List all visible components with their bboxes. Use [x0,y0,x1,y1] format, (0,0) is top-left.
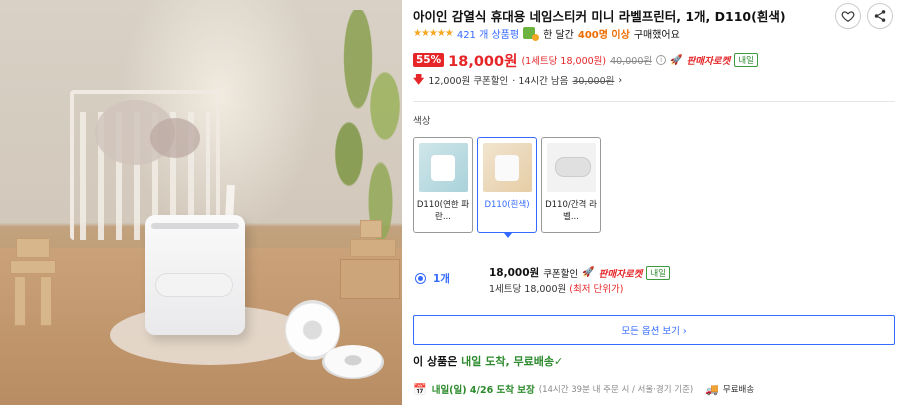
photo-label-printer [145,215,245,335]
option-label: D110/간격 라벨... [545,200,597,222]
rating-row: ★★★★★ 421 개 상품평 한 달간 400명 이상 구매했어요 [413,25,680,41]
product-title: 아이인 감열식 휴대용 네임스티커 미니 라벨프린터, 1개, D110(흰색) [413,9,786,24]
lowest-price-note: (최저 단위가) [569,284,624,295]
photo-wood-blocks [10,230,70,340]
seller-rocket-label: 판매자로켓 [598,268,643,280]
delivery-condition: (14시간 39분 내 주문 시 / 서울·경기 기준) [538,385,694,395]
coupon-prev-price: 30,000원 [572,76,615,87]
arrow-down-icon: 🡇 [413,72,425,86]
quantity-coupon-text: 쿠폰할인 [543,268,579,280]
purchase-prefix: 한 달간 [543,29,574,41]
photo-label-roll-2 [322,345,384,379]
option-white[interactable]: D110(흰색) [477,137,537,238]
info-icon[interactable]: i [656,55,667,65]
calendar-icon: 📅 [413,382,427,396]
rocket-icon: 🚀 [582,267,595,278]
discount-badge: 55% [413,53,445,67]
truck-icon: 🚚 [705,382,719,396]
quantity-price: 18,000원 [489,267,540,279]
option-thumbnail [547,143,596,192]
selected-caret-icon [504,233,512,238]
option-light-blue[interactable]: D110(연한 파란... [413,137,473,233]
original-price: 40,000원 [610,56,653,67]
option-label: D110(흰색) [484,200,530,210]
tomorrow-badge: 내일 [734,53,758,67]
product-info-panel: 아이인 감열식 휴대용 네임스티커 미니 라벨프린터, 1개, D110(흰색)… [413,0,900,405]
arrival-summary: 이 상품은 내일 도착, 무료배송✓ [413,353,563,369]
photo-plant [322,10,402,250]
delivery-date: 내일(일) 4/26 도착 보장 [431,385,535,396]
coupon-row[interactable]: 🡇 12,000원 쿠폰할인 · 14시간 남음 30,000원 › [413,72,622,88]
price-row: 55% 18,000원 (1세트당 18,000원) 40,000원 i 🚀 판… [413,51,758,70]
favorite-button[interactable] [835,3,861,29]
coupon-discount: 12,000원 쿠폰할인 [428,76,509,87]
star-rating: ★★★★★ [413,27,454,39]
free-shipping-label: 무료배송 [722,385,755,395]
product-image[interactable] [0,0,402,405]
option-label: D110(연한 파란... [416,200,470,222]
arrival-highlight: 내일 도착, 무료배송 [461,355,554,368]
photo-plush-toy-2 [150,118,200,158]
heart-icon [841,11,855,22]
shopping-bag-icon [523,27,540,41]
quantity-label: 1개 [433,273,450,285]
photo-wood-blocks-2 [330,215,400,305]
unit-price-text: 1세트당 18,000원 [489,284,567,295]
quantity-unit-line: 1세트당 18,000원 (최저 단위가) [489,281,623,295]
option-thumbnail [419,143,468,192]
option-section-label: 색상 [413,116,431,127]
rocket-icon: 🚀 [670,54,683,66]
purchase-count: 400명 이상 [577,29,630,41]
check-icon: ✓ [553,355,564,368]
coupon-remaining: · 14시간 남음 [512,76,569,87]
quantity-option-row[interactable]: 1개 18,000원 쿠폰할인 🚀 판매자로켓 내일 1세트당 18,000원 … [413,262,895,298]
sale-price: 18,000원 [448,53,518,70]
chevron-right-icon: › [618,74,623,86]
quantity-radio[interactable] [415,273,426,284]
quantity-price-line: 18,000원 쿠폰할인 🚀 판매자로켓 내일 [489,265,670,280]
review-count-link[interactable]: 421 개 상품평 [457,26,519,41]
view-all-options-button[interactable]: 모든 옵션 보기 › [413,315,895,345]
option-thumbnail [483,143,532,192]
share-icon [874,10,886,22]
option-gap-label[interactable]: D110/간격 라벨... [541,137,601,233]
divider [413,101,895,102]
seller-rocket-label: 판매자로켓 [686,56,731,67]
purchase-suffix: 구매했어요 [633,29,680,41]
tomorrow-badge: 내일 [646,265,670,280]
unit-price: (1세트당 18,000원) [521,56,607,67]
share-button[interactable] [867,3,893,29]
arrival-prefix: 이 상품은 [413,355,458,368]
delivery-row: 📅 내일(일) 4/26 도착 보장 (14시간 39분 내 주문 시 / 서울… [413,381,895,397]
